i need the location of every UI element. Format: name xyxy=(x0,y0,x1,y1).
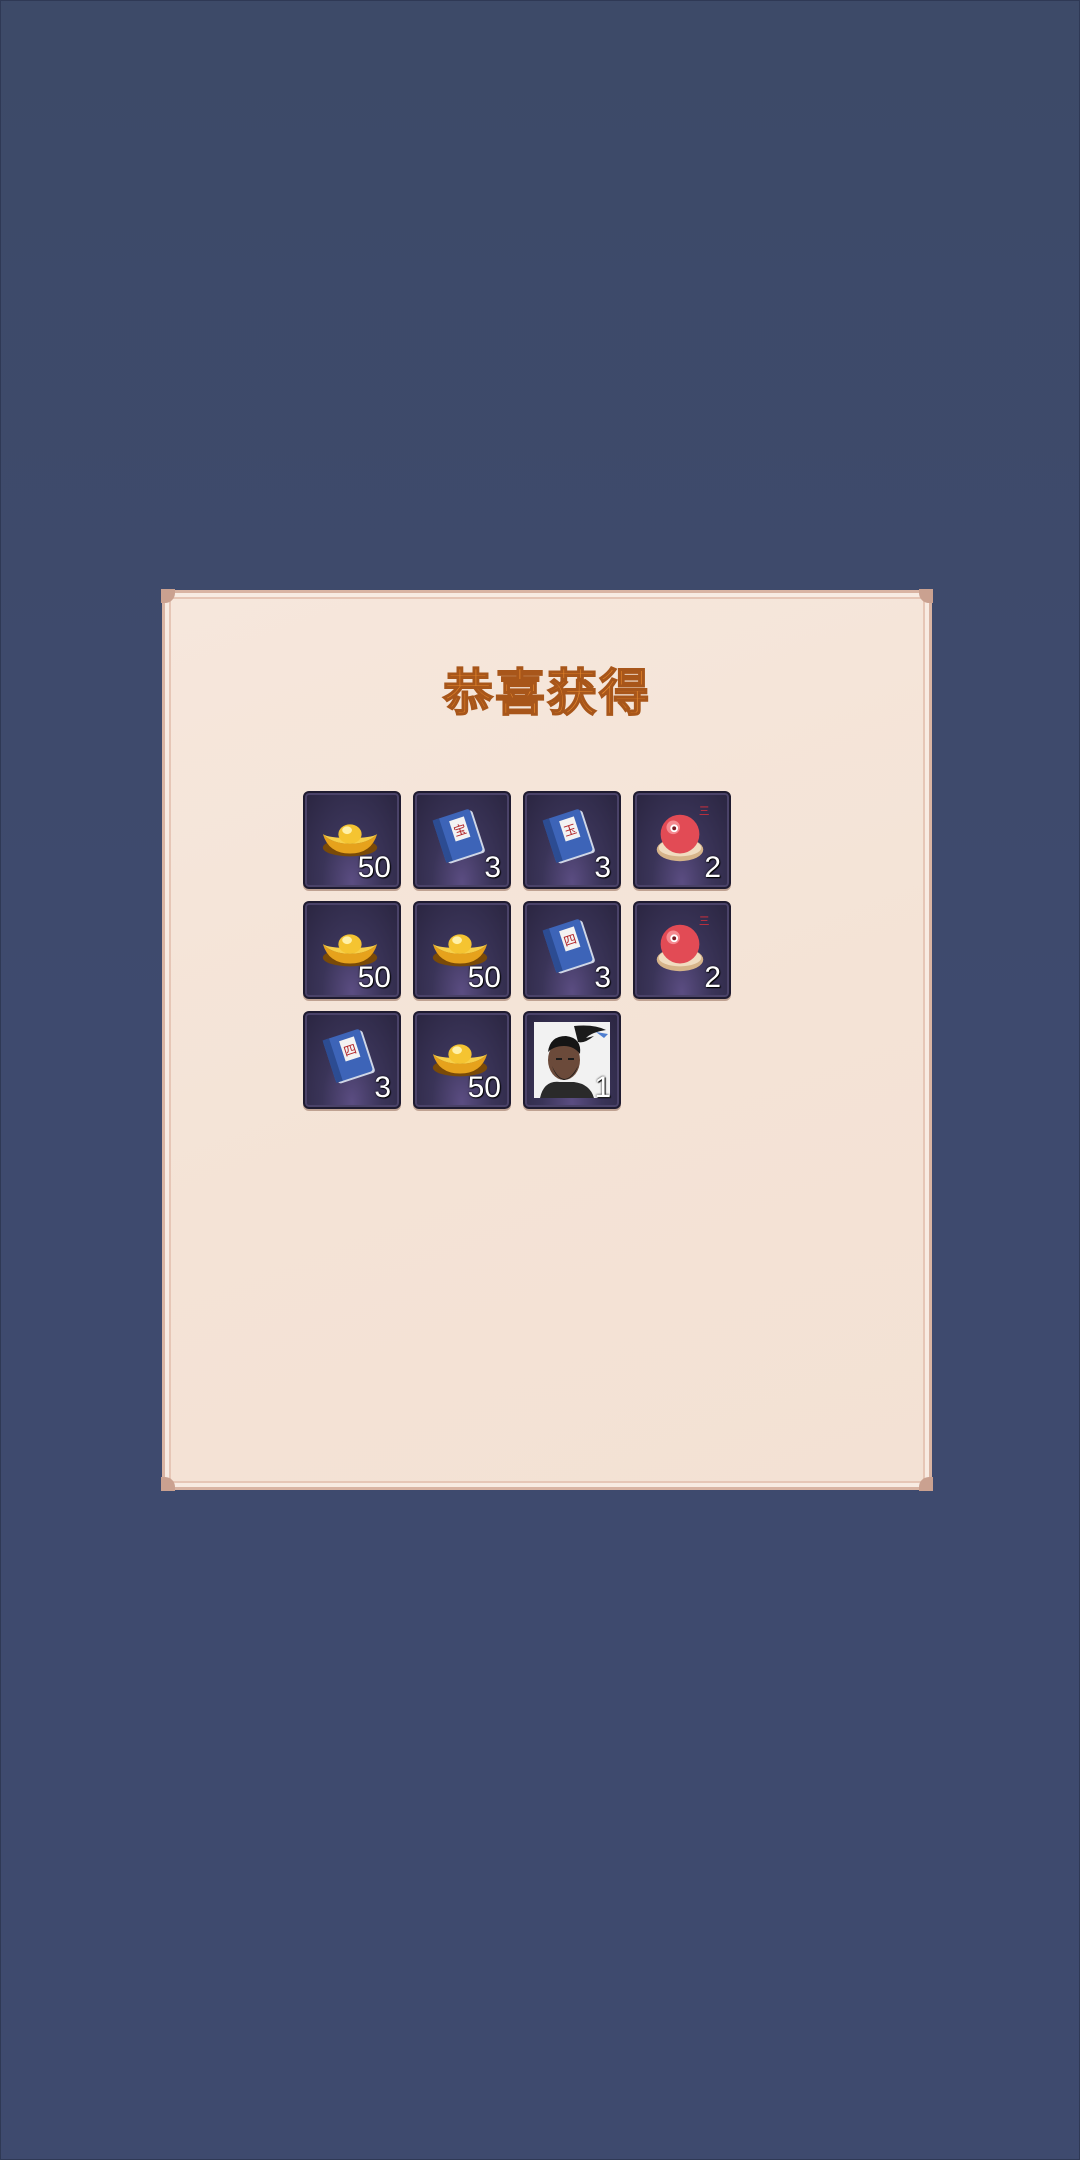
reward-slot-blue-book[interactable]: 四3 xyxy=(303,1011,401,1109)
skill-book-icon: 四 xyxy=(322,1029,375,1084)
skill-book-icon: 玉 xyxy=(542,809,595,864)
peach-bun-icon: 三 xyxy=(656,915,710,972)
item-count: 3 xyxy=(374,1071,391,1104)
item-count: 1 xyxy=(594,1071,611,1104)
reward-slot-hero-portrait[interactable]: 1 xyxy=(523,1011,621,1109)
reward-slot-gold-ingot[interactable]: 50 xyxy=(413,1011,511,1109)
reward-grid: 50 宝 3 玉 3 三 2 50 50 四 3 三 2 四 3 50 1 xyxy=(303,791,747,1109)
reward-slot-peach-bun[interactable]: 三2 xyxy=(633,791,731,889)
item-count: 50 xyxy=(357,961,391,994)
reward-slot-blue-book[interactable]: 玉3 xyxy=(523,791,621,889)
item-count: 3 xyxy=(594,961,611,994)
peach-bun-icon: 三 xyxy=(656,805,710,862)
item-count: 50 xyxy=(467,1071,501,1104)
skill-book-icon: 四 xyxy=(542,919,595,974)
panel-corner-ornament xyxy=(919,589,933,603)
reward-dialog: 恭喜获得 50 宝 3 玉 3 三 2 50 50 四 3 三 2 四 3 50 1 xyxy=(161,589,933,1491)
item-count: 2 xyxy=(704,961,721,994)
dialog-title: 恭喜获得 xyxy=(442,663,651,723)
panel-corner-ornament xyxy=(161,1477,175,1491)
reward-slot-blue-book[interactable]: 四3 xyxy=(523,901,621,999)
reward-slot-gold-ingot[interactable]: 50 xyxy=(303,791,401,889)
reward-slot-gold-ingot[interactable]: 50 xyxy=(413,901,511,999)
reward-slot-blue-book[interactable]: 宝3 xyxy=(413,791,511,889)
skill-book-icon: 宝 xyxy=(432,809,485,864)
item-count: 2 xyxy=(704,851,721,884)
item-count: 50 xyxy=(467,961,501,994)
svg-text:三: 三 xyxy=(699,805,710,818)
reward-slot-peach-bun[interactable]: 三2 xyxy=(633,901,731,999)
item-count: 3 xyxy=(594,851,611,884)
svg-text:三: 三 xyxy=(699,915,710,928)
reward-slot-gold-ingot[interactable]: 50 xyxy=(303,901,401,999)
panel-corner-ornament xyxy=(161,589,175,603)
panel-corner-ornament xyxy=(919,1477,933,1491)
item-count: 3 xyxy=(484,851,501,884)
item-count: 50 xyxy=(357,851,391,884)
